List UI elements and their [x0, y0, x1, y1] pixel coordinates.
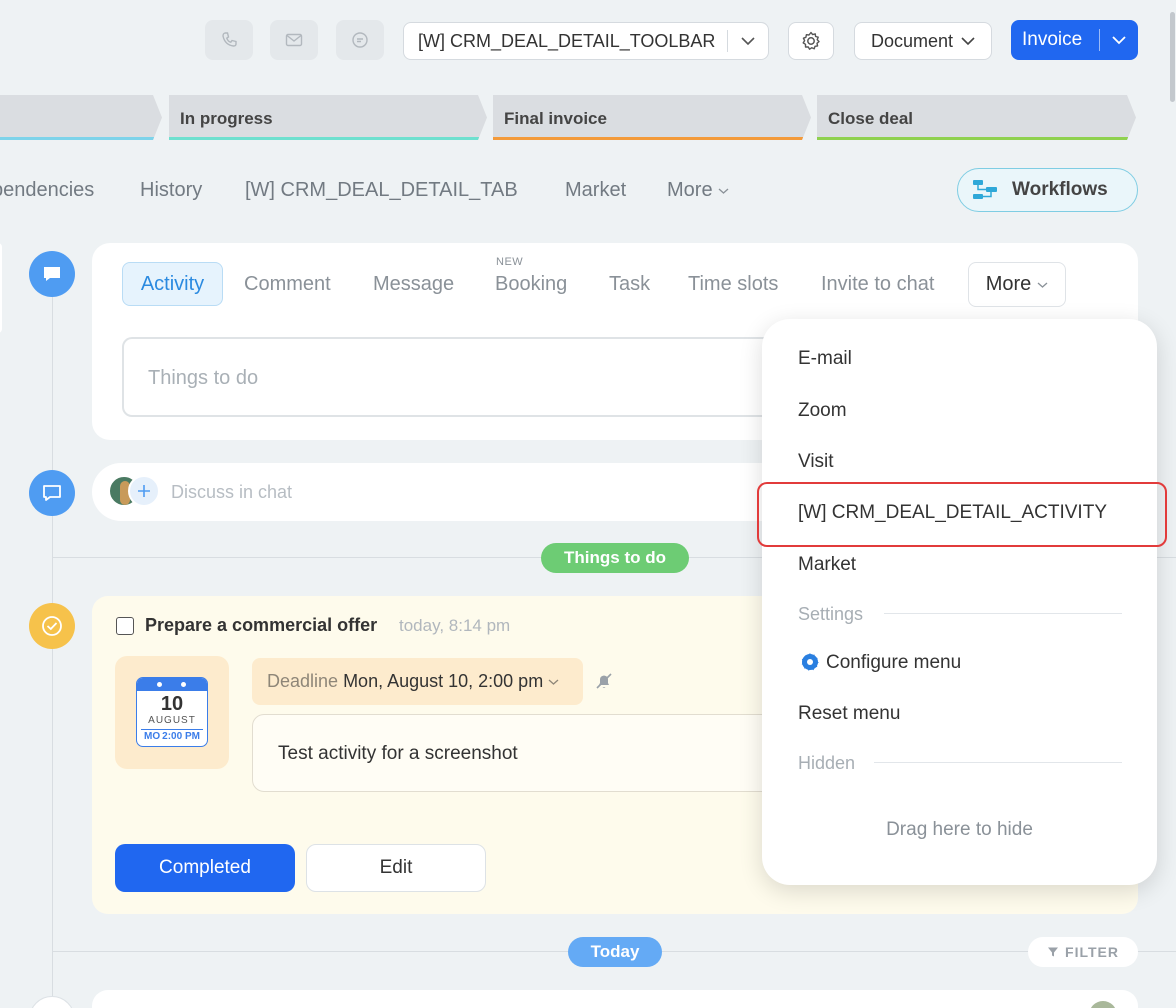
edit-button[interactable]: Edit	[306, 844, 486, 892]
chat-placeholder: Discuss in chat	[171, 482, 293, 502]
tab-comment[interactable]: Comment	[244, 273, 331, 296]
activity-time: today, 8:14 pm	[399, 616, 511, 635]
document-label: Document	[870, 30, 954, 51]
chevron-down-icon	[1037, 282, 1048, 288]
menu-section-hidden: Hidden	[798, 753, 856, 773]
next-timeline-card	[92, 990, 1138, 1008]
menu-item-email[interactable]: E-mail	[798, 348, 852, 370]
stage-in-progress[interactable]: In progress	[169, 95, 487, 140]
filter-icon	[1048, 947, 1059, 957]
activity-checkbox[interactable]	[116, 617, 134, 635]
tab-booking[interactable]: Booking	[495, 273, 567, 296]
chevron-down-icon	[961, 37, 975, 46]
stage-label: Final invoice	[504, 109, 607, 128]
menu-item-zoom[interactable]: Zoom	[798, 400, 847, 422]
stage-close-deal[interactable]: Close deal	[817, 95, 1136, 140]
invoice-button[interactable]: Invoice	[1011, 20, 1138, 60]
chevron-down-icon	[728, 36, 768, 46]
tab-more-label: More	[985, 273, 1032, 295]
new-badge: NEW	[496, 256, 524, 268]
bell-off-icon[interactable]	[594, 671, 614, 696]
things-to-do-label: Things to do	[541, 543, 689, 573]
highlight-box	[757, 482, 1167, 547]
stage-label: In progress	[180, 109, 273, 128]
activity-title[interactable]: Prepare a commercial offer	[145, 615, 377, 636]
menu-item-visit[interactable]: Visit	[798, 451, 834, 473]
calendar-time: 2:00 PM	[162, 731, 200, 742]
deadline-value: Mon, August 10, 2:00 pm	[343, 671, 544, 691]
activity-description[interactable]: Test activity for a screenshot	[252, 714, 792, 792]
toolbar-select-value: [W] CRM_DEAL_DETAIL_TOOLBAR	[418, 30, 716, 51]
stage-final-invoice[interactable]: Final invoice	[493, 95, 811, 140]
completed-button[interactable]: Completed	[115, 844, 295, 892]
deadline-label: Deadline	[267, 671, 339, 691]
drag-hint: Drag here to hide	[886, 819, 1033, 840]
gear-icon	[800, 652, 820, 677]
tab-activity[interactable]: Activity	[122, 262, 223, 306]
menu-section-settings: Settings	[798, 604, 864, 624]
document-button[interactable]: Document	[854, 22, 992, 60]
workflows-button[interactable]: Workflows	[957, 168, 1138, 212]
menu-item-reset[interactable]: Reset menu	[798, 703, 900, 725]
calendar-icon: 10 AUGUST MO 2:00 PM	[115, 656, 229, 769]
gear-icon	[802, 31, 820, 50]
filter-label: FILTER	[1065, 944, 1119, 960]
tab-widget[interactable]: [W] CRM_DEAL_DETAIL_TAB	[245, 179, 518, 202]
tab-more-label: More	[667, 179, 713, 201]
menu-item-configure[interactable]: Configure menu	[826, 652, 961, 674]
workflows-label: Workflows	[1012, 179, 1108, 200]
calendar-month: AUGUST	[148, 715, 196, 726]
description-text: Test activity for a screenshot	[278, 743, 518, 764]
chevron-down-icon	[548, 679, 559, 685]
filter-button[interactable]: FILTER	[1028, 937, 1138, 967]
input-placeholder: Things to do	[148, 367, 259, 389]
tab-more-editor[interactable]: More	[968, 262, 1066, 307]
tab-market[interactable]: Market	[565, 179, 626, 202]
chevron-down-icon[interactable]	[1100, 35, 1138, 45]
today-label: Today	[568, 937, 662, 967]
menu-item-market[interactable]: Market	[798, 554, 856, 576]
tab-more[interactable]: More	[667, 179, 729, 202]
tab-time-slots[interactable]: Time slots	[688, 273, 778, 296]
invoice-label: Invoice	[1022, 29, 1083, 50]
tab-message[interactable]: Message	[373, 273, 454, 296]
settings-button[interactable]	[788, 22, 834, 60]
tab-task[interactable]: Task	[609, 273, 650, 296]
mail-icon[interactable]	[270, 20, 318, 60]
comment-icon	[29, 251, 75, 297]
stage-previous[interactable]	[0, 95, 162, 140]
page-scrollbar[interactable]	[1170, 12, 1175, 102]
things-to-do-input[interactable]: Things to do	[122, 337, 822, 417]
chevron-down-icon	[718, 188, 729, 194]
phone-icon[interactable]	[205, 20, 253, 60]
tab-history[interactable]: History	[140, 179, 202, 202]
calendar-day: 10	[160, 693, 184, 715]
stage-label: Close deal	[828, 109, 914, 128]
timeline-next-icon	[29, 996, 75, 1008]
plus-icon[interactable]	[128, 475, 160, 507]
workflows-icon	[973, 180, 997, 199]
chat-bubble-icon	[29, 470, 75, 516]
tab-dependencies[interactable]: pendencies	[0, 179, 94, 202]
chat-refresh-icon[interactable]	[336, 20, 384, 60]
calendar-weekday: MO	[144, 731, 161, 742]
deadline-selector[interactable]: Deadline Mon, August 10, 2:00 pm	[252, 658, 583, 705]
toolbar-placement-select[interactable]: [W] CRM_DEAL_DETAIL_TOOLBAR	[403, 22, 769, 60]
check-circle-icon	[29, 603, 75, 649]
tab-invite-to-chat[interactable]: Invite to chat	[821, 273, 934, 296]
